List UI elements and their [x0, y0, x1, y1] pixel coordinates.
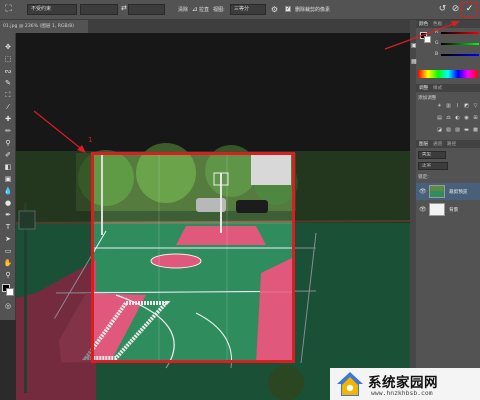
layer-thumbnail	[429, 203, 445, 216]
quick-select-tool-icon[interactable]: ✎	[2, 78, 14, 88]
house-logo-icon	[337, 372, 363, 396]
curves-adj-icon[interactable]: ⌇	[454, 103, 461, 109]
delete-pixels-checkbox[interactable]: ✓	[285, 6, 291, 12]
brush-tool-icon[interactable]: ✏	[2, 126, 14, 136]
tab-channels[interactable]: 通道	[433, 141, 442, 147]
clear-button[interactable]: 清除	[178, 6, 188, 13]
type-tool-icon[interactable]: T	[2, 222, 14, 232]
healing-tool-icon[interactable]: ✚	[2, 114, 14, 124]
swap-dimensions-button[interactable]: ⇄	[121, 4, 127, 12]
tab-adjustments[interactable]: 调整	[419, 85, 428, 91]
document-tab-bar: 01.jpg @ 236% (图层 1, RGB/8)	[0, 20, 410, 33]
blur-tool-icon[interactable]: 💧	[2, 186, 14, 196]
watermark-url: www.hnzkhbsb.com	[371, 389, 433, 397]
gradient-map-adj-icon[interactable]: ▬	[463, 127, 470, 133]
layer-thumbnail	[429, 185, 445, 198]
layer-name: 裁剪预览	[449, 190, 468, 195]
delete-pixels-label: 删除裁剪的像素	[295, 7, 331, 13]
vibrance-adj-icon[interactable]: ▽	[472, 103, 479, 109]
exposure-adj-icon[interactable]: ◩	[463, 103, 470, 109]
bw-adj-icon[interactable]: ◐	[454, 115, 461, 121]
annotation-number: 1	[88, 136, 93, 144]
posterize-adj-icon[interactable]: ▧	[445, 127, 452, 133]
gear-icon[interactable]: ⚙	[268, 3, 281, 16]
mixer-adj-icon[interactable]: ⊞	[472, 115, 479, 121]
layer-kind-filter[interactable]: 类型	[418, 151, 446, 159]
crop-ratio-select[interactable]: 不受约束	[27, 4, 77, 15]
zoom-tool-icon[interactable]: ⚲	[2, 270, 14, 280]
move-tool-icon[interactable]: ✥	[2, 42, 14, 52]
threshold-adj-icon[interactable]: ▨	[454, 127, 461, 133]
clone-tool-icon[interactable]: ⚲	[2, 138, 14, 148]
crop-tool-icon[interactable]: ⛶	[2, 90, 14, 100]
eye-icon[interactable]: 👁	[419, 206, 427, 213]
straighten-button[interactable]: 拉直	[199, 6, 209, 13]
crop-height-input[interactable]	[128, 4, 165, 15]
marquee-tool-icon[interactable]: ⬚	[2, 54, 14, 64]
photo-filter-adj-icon[interactable]: ◉	[463, 115, 470, 121]
history-brush-icon[interactable]: ✐	[2, 150, 14, 160]
hand-tool-icon[interactable]: ✋	[2, 258, 14, 268]
adjustments-panel-header: 调整 样式	[416, 84, 480, 92]
lasso-tool-icon[interactable]: ᔓ	[2, 66, 14, 76]
layer-row-background[interactable]: 👁 背景	[416, 201, 480, 218]
levels-adj-icon[interactable]: ▥	[445, 103, 452, 109]
canvas-area[interactable]: 1	[16, 33, 410, 400]
crop-width-input[interactable]	[80, 4, 118, 15]
document-tab-label: 01.jpg @ 236% (图层 1, RGB/8)	[3, 24, 74, 29]
crop-tool-preset-icon[interactable]: ⛶	[2, 3, 15, 16]
invert-adj-icon[interactable]: ◪	[436, 127, 443, 133]
background-color-swatch[interactable]	[6, 288, 14, 296]
gradient-tool-icon[interactable]: ▣	[2, 174, 14, 184]
blend-mode-select[interactable]: 正常	[418, 162, 448, 170]
watermark: 系统家园网 www.hnzkhbsb.com	[330, 368, 480, 400]
selective-color-adj-icon[interactable]: ▩	[472, 127, 479, 133]
layer-name: 背景	[449, 208, 459, 213]
pen-tool-icon[interactable]: ✒	[2, 210, 14, 220]
eyedropper-tool-icon[interactable]: ⁄	[2, 102, 14, 112]
tab-paths[interactable]: 路径	[447, 141, 456, 147]
add-adjustment-label: 添加调整	[418, 96, 437, 101]
layers-panel-header: 图层 通道 路径	[416, 140, 480, 148]
tab-layers[interactable]: 图层	[419, 141, 428, 147]
hue-adj-icon[interactable]: ▤	[436, 115, 443, 121]
balance-adj-icon[interactable]: ⚖	[445, 115, 452, 121]
tab-styles[interactable]: 样式	[433, 85, 442, 91]
tools-panel: ✥ ⬚ ᔓ ✎ ⛶ ⁄ ✚ ✏ ⚲ ✐ ◧ ▣ 💧 ● ✒ T ➤ ▭ ✋ ⚲ …	[0, 33, 16, 320]
eraser-tool-icon[interactable]: ◧	[2, 162, 14, 172]
view-overlay-select[interactable]: 三等分	[230, 4, 266, 15]
shape-tool-icon[interactable]: ▭	[2, 246, 14, 256]
color-spectrum[interactable]	[418, 70, 478, 78]
dodge-tool-icon[interactable]: ●	[2, 198, 14, 208]
layer-row-crop-preview[interactable]: 👁 裁剪预览	[416, 183, 480, 200]
document-tab[interactable]: 01.jpg @ 236% (图层 1, RGB/8)	[0, 20, 88, 33]
watermark-title: 系统家园网	[368, 375, 438, 391]
arrow-annotation-2	[384, 21, 460, 50]
brightness-adj-icon[interactable]: ☀	[436, 103, 443, 109]
swatches-panel-icon[interactable]: ▦	[411, 58, 417, 65]
court-image	[16, 33, 410, 400]
path-select-tool-icon[interactable]: ➤	[2, 234, 14, 244]
eye-icon[interactable]: 👁	[419, 188, 427, 195]
lock-label: 锁定:	[418, 175, 429, 180]
quick-mask-icon[interactable]: ◎	[2, 301, 14, 311]
view-label: 视图:	[213, 7, 225, 13]
